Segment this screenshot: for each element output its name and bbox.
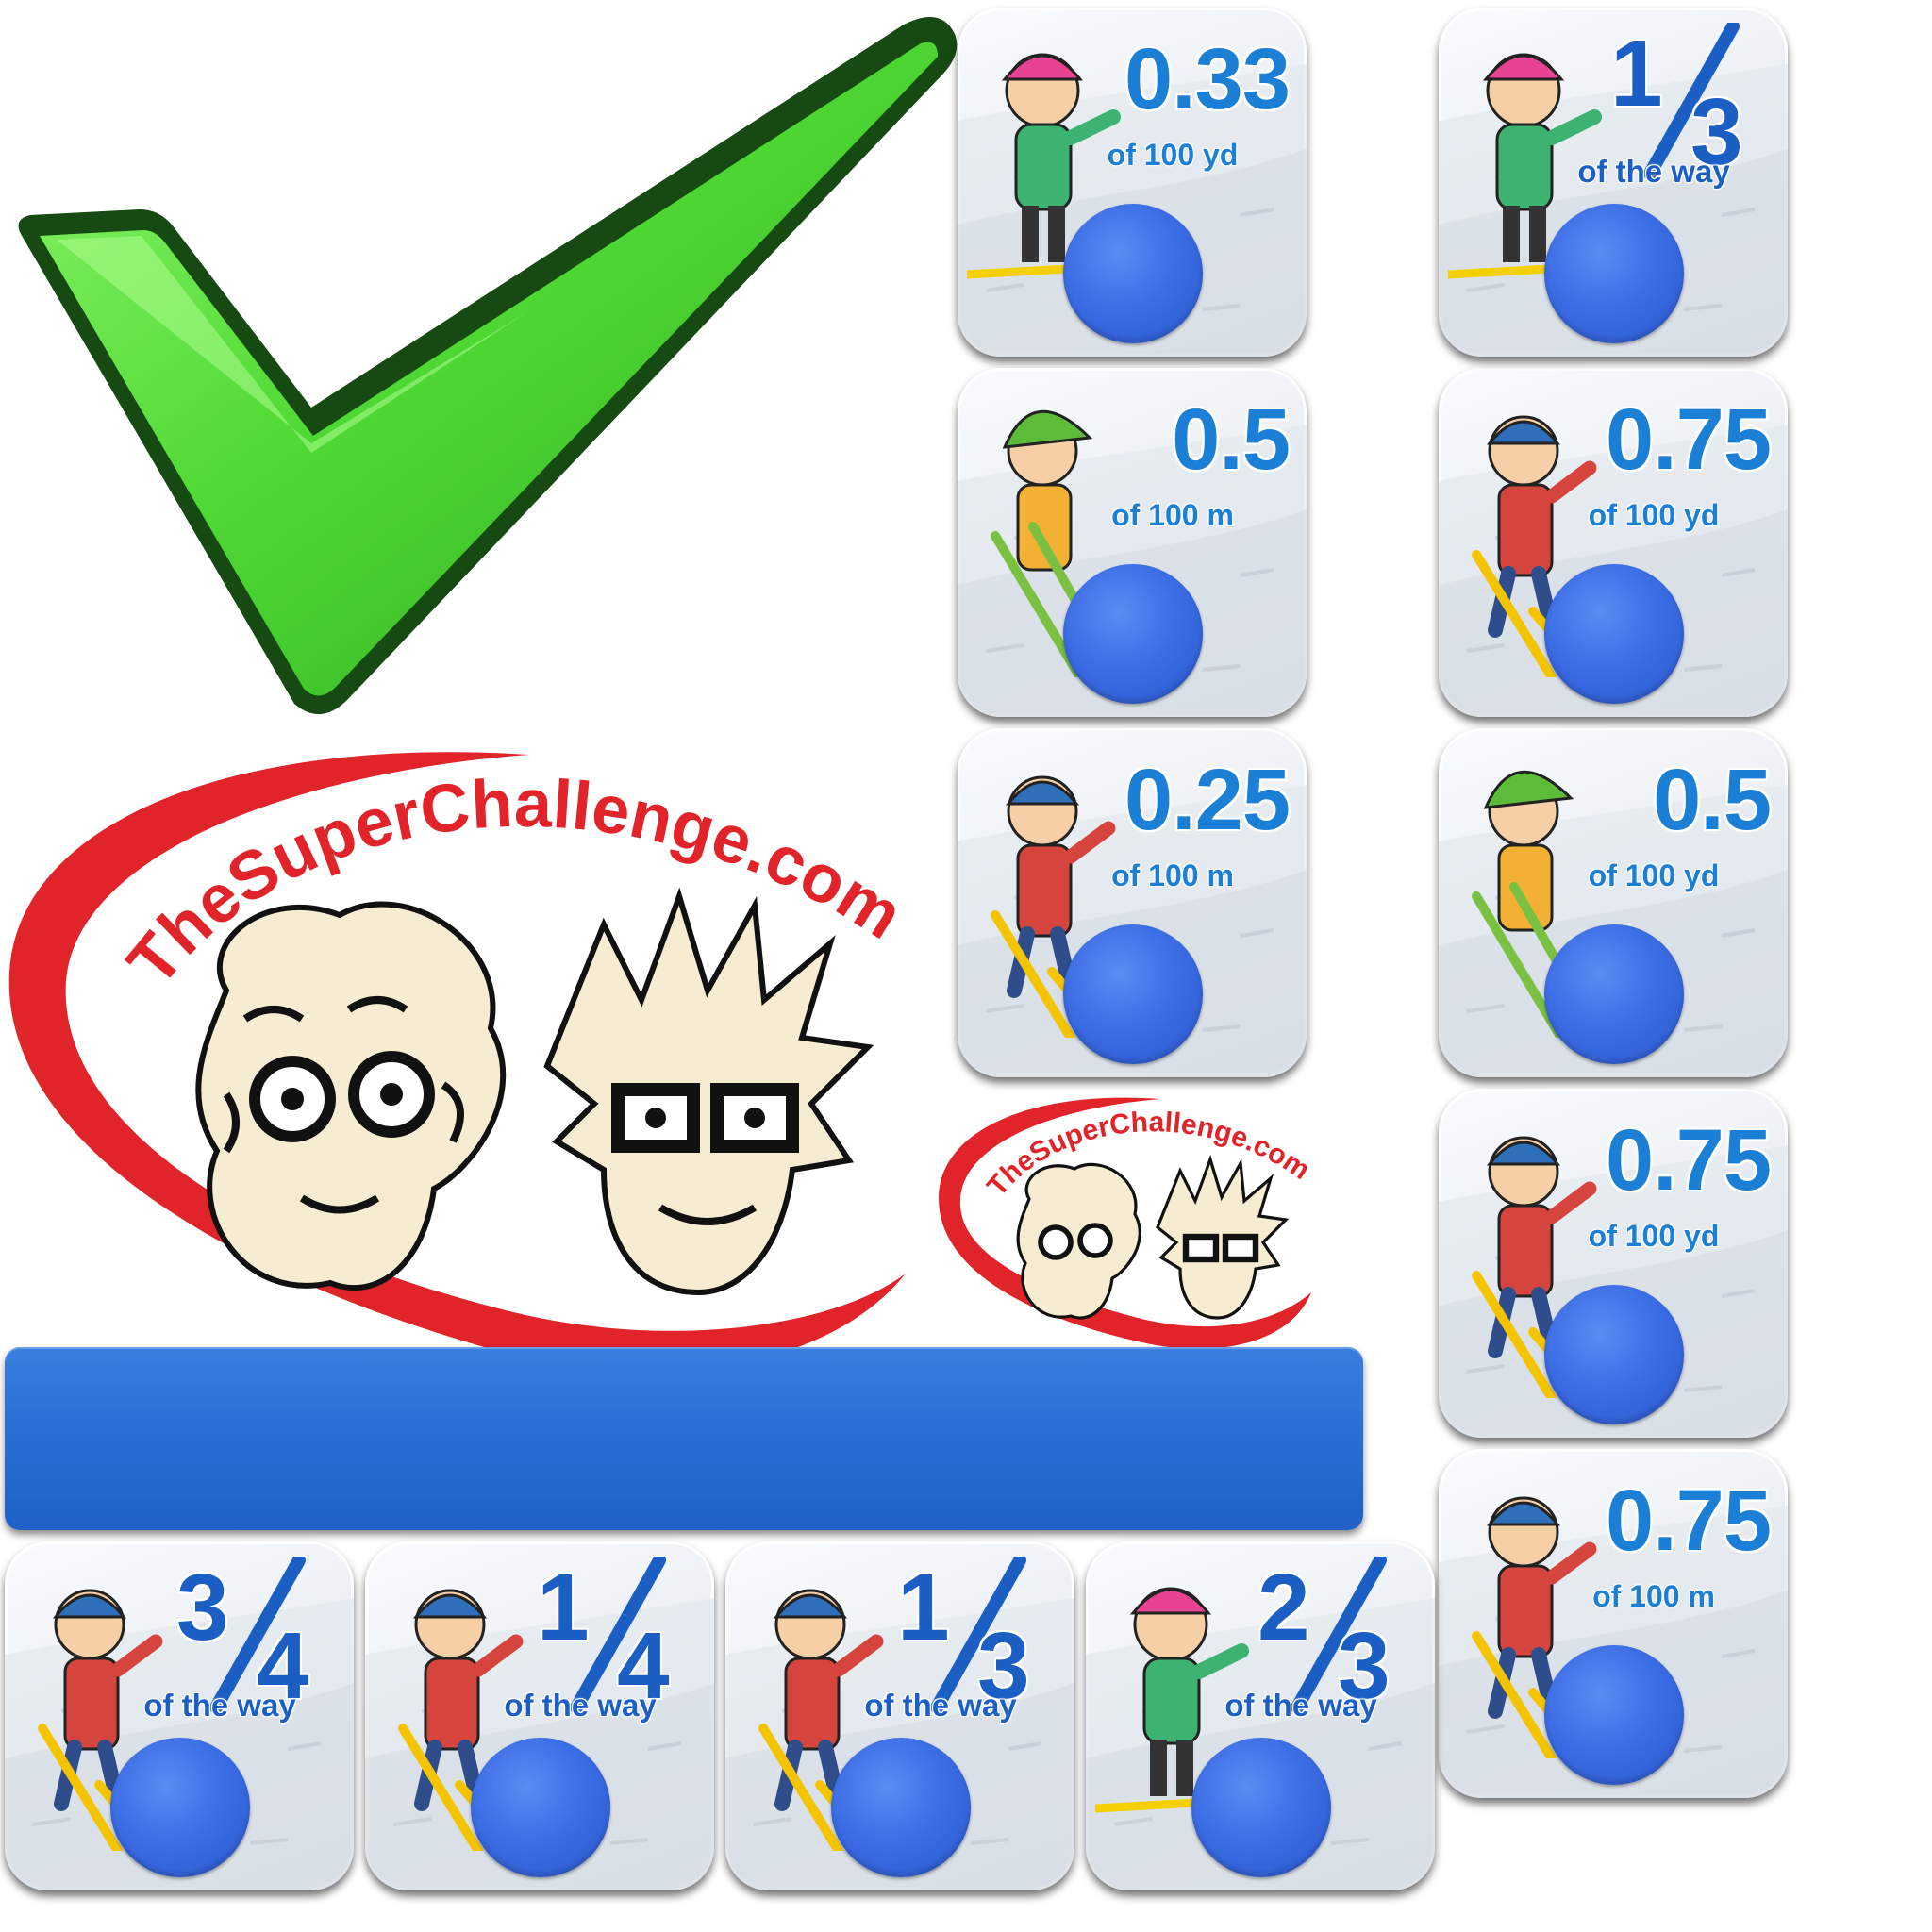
card-unit: of 100 yd: [1588, 1219, 1720, 1253]
card-unit: of the way: [143, 1688, 296, 1723]
blue-ball-icon: [1063, 924, 1203, 1064]
blue-ball-icon: [1544, 204, 1684, 343]
card-value: 0.75: [1605, 391, 1772, 488]
site-logo-small: TheSuperChallenge.com: [939, 1097, 1317, 1349]
card-unit: of 100 m: [1111, 498, 1234, 532]
card-unit: of the way: [1577, 154, 1730, 189]
card-0-75-yd-a[interactable]: 0.75 of 100 yd: [1439, 368, 1788, 717]
fraction-numerator: 3: [176, 1555, 229, 1660]
blue-ball-icon: [471, 1738, 610, 1877]
blue-ball-icon: [1544, 1285, 1684, 1424]
answer-bar[interactable]: [5, 1347, 1363, 1530]
card-value: 0.25: [1124, 752, 1291, 848]
fraction: 1 4: [527, 1555, 688, 1713]
blue-ball-icon: [1191, 1738, 1331, 1877]
card-unit: of 100 yd: [1107, 138, 1239, 172]
card-0-33-yd[interactable]: 0.33 of 100 yd: [958, 8, 1307, 357]
card-unit: of the way: [864, 1688, 1017, 1723]
card-one-third-a[interactable]: 1 3 of the way: [1439, 8, 1788, 357]
card-0-5-m[interactable]: 0.5 of 100 m: [958, 368, 1307, 717]
blue-ball-icon: [1063, 564, 1203, 704]
blue-ball-icon: [1544, 1645, 1684, 1785]
card-three-quarters[interactable]: 3 4 of the way: [5, 1541, 354, 1890]
fraction-numerator: 1: [897, 1555, 950, 1660]
blue-ball-icon: [831, 1738, 971, 1877]
blue-ball-icon: [110, 1738, 250, 1877]
card-value: 0.5: [1172, 391, 1291, 488]
card-unit: of 100 yd: [1588, 858, 1720, 892]
fraction: 1 3: [1601, 21, 1761, 179]
fraction-numerator: 1: [537, 1555, 590, 1660]
card-0-25-m[interactable]: 0.25 of 100 m: [958, 728, 1307, 1077]
card-value: 0.5: [1653, 752, 1772, 848]
check-mark-icon: [18, 17, 958, 715]
site-logo-large: TheSuperChallenge.com: [8, 752, 918, 1358]
card-two-thirds[interactable]: 2 3 of the way: [1086, 1541, 1435, 1890]
card-0-5-yd[interactable]: 0.5 of 100 yd: [1439, 728, 1788, 1077]
card-value: 0.75: [1605, 1112, 1772, 1208]
blue-ball-icon: [1544, 564, 1684, 704]
card-0-75-m[interactable]: 0.75 of 100 m: [1439, 1449, 1788, 1798]
card-unit: of 100 m: [1592, 1579, 1715, 1613]
card-unit: of the way: [504, 1688, 657, 1723]
fraction-numerator: 1: [1610, 21, 1663, 126]
blue-ball-icon: [1544, 924, 1684, 1064]
fraction: 3 4: [167, 1555, 327, 1713]
card-value: 0.75: [1605, 1473, 1772, 1569]
card-unit: of 100 m: [1111, 858, 1234, 892]
fraction: 1 3: [888, 1555, 1048, 1713]
card-unit: of the way: [1224, 1688, 1377, 1723]
fraction: 2 3: [1248, 1555, 1408, 1713]
card-unit: of 100 yd: [1588, 498, 1720, 532]
card-0-75-yd-b[interactable]: 0.75 of 100 yd: [1439, 1089, 1788, 1438]
card-one-third-b[interactable]: 1 3 of the way: [725, 1541, 1074, 1890]
blue-ball-icon: [1063, 204, 1203, 343]
fraction-numerator: 2: [1257, 1555, 1310, 1660]
card-value: 0.33: [1124, 31, 1291, 127]
card-one-quarter[interactable]: 1 4 of the way: [365, 1541, 714, 1890]
